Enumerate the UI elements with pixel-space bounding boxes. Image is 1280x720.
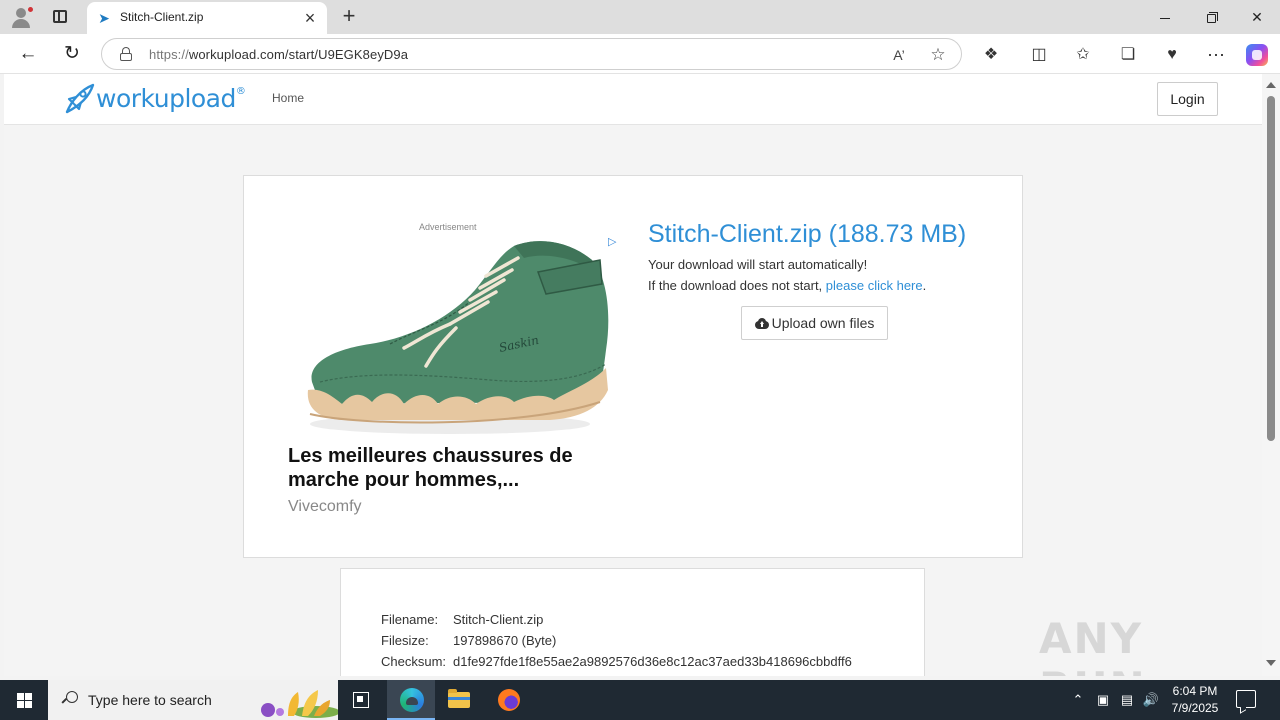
download-card: Advertisement ▷ Saskin Les meilleures ch… [243, 175, 1023, 558]
clock-time: 6:04 PM [1172, 684, 1218, 698]
taskbar-clock[interactable]: 6:04 PM 7/9/2025 [1166, 683, 1224, 717]
shoe-ad-image[interactable]: Saskin [300, 232, 610, 437]
site-header: workupload® Home Login [4, 74, 1262, 125]
browser-toolbar: ← ↻ https://workupload.com/start/U9EGK8e… [0, 34, 1280, 74]
ad-source[interactable]: Vivecomfy [288, 498, 362, 516]
favorites-icon[interactable]: ✩ [1072, 44, 1094, 66]
close-window-button[interactable]: ✕ [1234, 4, 1280, 30]
tab-close-icon[interactable]: × [299, 7, 321, 29]
extensions-icon[interactable]: ❖ [980, 44, 1002, 66]
tray-overflow-icon[interactable]: ⌃ [1068, 680, 1088, 720]
checksum-row: Checksum: d1fe927fde1f8e55ae2a9892576d36e… [381, 654, 852, 669]
notification-icon[interactable] [1236, 690, 1256, 708]
filename-row: Filename: Stitch-Client.zip [381, 612, 544, 627]
new-tab-icon[interactable]: + [338, 5, 360, 27]
logo-wordmark: workupload® [96, 84, 246, 113]
tab-title: Stitch-Client.zip [120, 10, 204, 24]
read-aloud-icon[interactable]: A’ [888, 44, 910, 66]
task-view-icon[interactable] [338, 680, 386, 720]
file-title: Stitch-Client.zip (188.73 MB) [648, 220, 967, 248]
file-explorer-icon[interactable] [436, 680, 484, 720]
windows-taskbar: Type here to search ⌃ ▣ ▤ 🔊 6:04 PM 7/9/… [0, 680, 1280, 720]
scroll-thumb[interactable] [1267, 96, 1275, 441]
cloud-upload-icon [754, 318, 769, 329]
click-here-link[interactable]: please click here [826, 278, 923, 293]
restore-button[interactable] [1188, 4, 1234, 30]
download-auto-message: Your download will start automatically! [648, 257, 868, 272]
filesize-row: Filesize: 197898670 (Byte) [381, 633, 557, 648]
favorite-star-icon[interactable]: ☆ [927, 44, 949, 66]
volume-icon[interactable]: 🔊 [1141, 680, 1161, 720]
scroll-down-icon[interactable] [1266, 660, 1276, 666]
url-text[interactable]: https://workupload.com/start/U9EGK8eyD9a [149, 47, 408, 62]
collections-icon[interactable]: ❏ [1117, 44, 1139, 66]
active-tab[interactable]: ➤ Stitch-Client.zip × [87, 2, 327, 34]
browser-tab-bar: ➤ Stitch-Client.zip × + ✕ [0, 0, 1280, 34]
scroll-up-icon[interactable] [1266, 82, 1276, 88]
ad-headline[interactable]: Les meilleures chaussures de marche pour… [288, 444, 628, 492]
windows-start-icon[interactable] [0, 680, 48, 720]
page-viewport: workupload® Home Login Advertisement ▷ S… [4, 74, 1262, 676]
firefox-icon[interactable] [485, 680, 533, 720]
rocket-logo-icon [65, 83, 95, 114]
browser-essentials-icon[interactable]: ♥ [1161, 44, 1183, 66]
tab-actions-icon[interactable] [50, 7, 70, 27]
ad-label: Advertisement [419, 222, 477, 232]
workupload-favicon-icon: ➤ [98, 10, 110, 26]
profile-icon[interactable] [10, 6, 34, 28]
taskbar-search[interactable]: Type here to search [48, 680, 338, 720]
search-highlight-image [261, 690, 338, 718]
page-scrollbar[interactable] [1262, 74, 1280, 676]
minimize-button[interactable] [1142, 4, 1188, 30]
lock-icon[interactable] [119, 47, 133, 61]
back-arrow-icon[interactable]: ← [13, 40, 43, 68]
network-icon[interactable]: ▤ [1117, 680, 1137, 720]
tray-app-icon[interactable]: ▣ [1094, 680, 1112, 720]
search-icon [62, 691, 78, 707]
login-button[interactable]: Login [1157, 82, 1218, 116]
filename-value: Stitch-Client.zip [453, 612, 544, 627]
filesize-value: 197898670 (Byte) [453, 633, 557, 648]
taskbar-search-placeholder[interactable]: Type here to search [88, 692, 212, 708]
nav-home-link[interactable]: Home [272, 91, 304, 105]
checksum-value: d1fe927fde1f8e55ae2a9892576d36e8c12ac37a… [453, 654, 852, 669]
copilot-icon[interactable] [1246, 44, 1268, 66]
advertisement[interactable]: Advertisement ▷ Saskin Les meilleures ch… [288, 222, 624, 522]
upload-own-files-button[interactable]: Upload own files [741, 306, 888, 340]
clock-date: 7/9/2025 [1171, 701, 1219, 715]
file-info-card: Filename: Stitch-Client.zip Filesize: 1978… [340, 568, 925, 676]
split-screen-icon[interactable]: ◫ [1028, 44, 1050, 66]
address-bar[interactable]: https://workupload.com/start/U9EGK8eyD9a… [101, 38, 962, 70]
anyrun-watermark: ANY RUN [1039, 614, 1145, 676]
edge-taskbar-icon[interactable] [387, 680, 435, 720]
reload-icon[interactable]: ↻ [57, 40, 87, 68]
more-options-icon[interactable]: ⋯ [1205, 44, 1227, 66]
download-alt-message: If the download does not start, please c… [648, 278, 927, 293]
